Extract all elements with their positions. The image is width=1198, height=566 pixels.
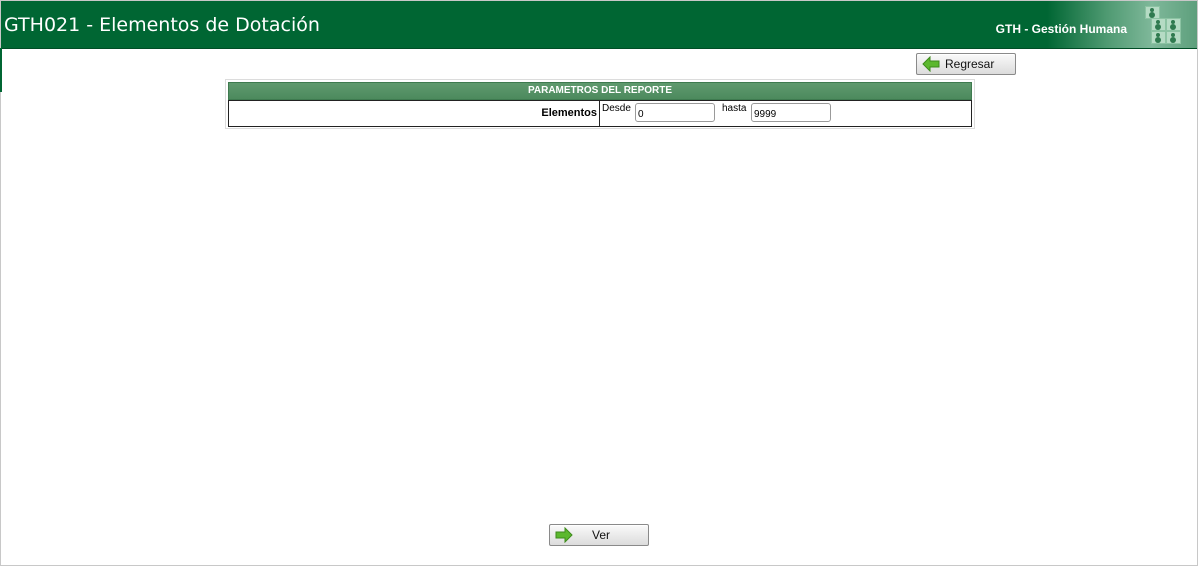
report-parameters-panel: PARAMETROS DEL REPORTE Elementos Desde h…	[225, 79, 975, 129]
left-accent-bar	[0, 48, 2, 92]
back-button-label: Regresar	[945, 57, 995, 71]
app-name: GTH - Gestión Humana	[995, 22, 1127, 36]
back-button[interactable]: Regresar	[916, 53, 1016, 75]
arrow-left-icon	[922, 56, 940, 72]
arrow-right-icon	[555, 527, 573, 543]
desde-input[interactable]	[635, 103, 715, 122]
elementos-row: Elementos Desde hasta	[228, 100, 972, 127]
view-button[interactable]: Ver	[549, 524, 649, 546]
app-header: GTH021 - Elementos de Dotación GTH - Ges…	[1, 1, 1197, 49]
hasta-input[interactable]	[751, 103, 831, 122]
hasta-label: hasta	[722, 103, 747, 114]
view-button-label: Ver	[592, 528, 611, 542]
elementos-label-cell: Elementos	[229, 101, 600, 126]
report-parameters-heading: PARAMETROS DEL REPORTE	[228, 82, 972, 100]
elementos-label: Elementos	[541, 107, 597, 119]
desde-label: Desde	[602, 103, 631, 114]
page-title: GTH021 - Elementos de Dotación	[4, 14, 320, 36]
